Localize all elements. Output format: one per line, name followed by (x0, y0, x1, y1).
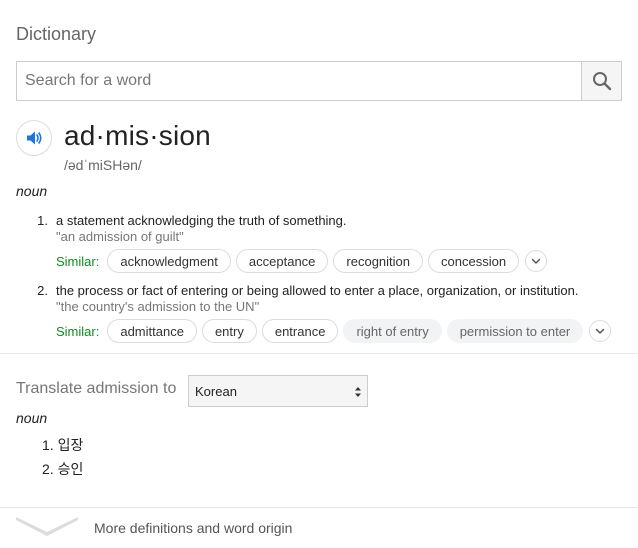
similar-chip[interactable]: entrance (261, 319, 339, 343)
definition-number: 2. (37, 283, 48, 298)
chevron-down-icon (596, 328, 605, 334)
language-select[interactable]: Korean (188, 375, 368, 407)
footer-divider (0, 507, 638, 508)
section-divider (0, 353, 638, 354)
translation-list: 1. 입장 2. 승인 (42, 436, 83, 484)
part-of-speech: noun (16, 183, 48, 199)
search-button[interactable] (581, 62, 621, 100)
similar-chip[interactable]: acknowledgment (107, 249, 231, 273)
search-icon (592, 72, 611, 91)
chevron-down-icon[interactable] (14, 516, 80, 540)
similar-words-row: Similar: admittance entry entrance right… (56, 319, 612, 343)
speaker-icon (27, 131, 42, 145)
translation-item: 1. 입장 (42, 437, 84, 453)
more-definitions-link[interactable]: More definitions and word origin (94, 520, 292, 536)
similar-chip[interactable]: concession (428, 249, 520, 273)
select-arrows-icon (355, 387, 361, 397)
similar-chip[interactable]: entry (201, 319, 257, 343)
expand-similar-button[interactable] (589, 320, 612, 342)
definition-example: "the country's admission to the UN" (56, 299, 260, 314)
headword: ad·mis·sion (64, 120, 211, 151)
translate-label: Translate admission to (16, 380, 177, 397)
similar-chip[interactable]: permission to enter (446, 319, 584, 343)
definition-text: the process or fact of entering or being… (56, 283, 579, 298)
similar-label: Similar: (56, 323, 100, 339)
similar-chip[interactable]: acceptance (235, 249, 329, 273)
search-box (16, 61, 622, 101)
phonetic-spelling: /ədˈmiSHən/ (64, 157, 142, 173)
expand-similar-button[interactable] (525, 250, 548, 272)
similar-chip[interactable]: admittance (107, 319, 197, 343)
definition-example: "an admission of guilt" (56, 229, 184, 244)
translation-part-of-speech: noun (16, 410, 48, 426)
search-input[interactable] (17, 62, 582, 100)
translation-item: 2. 승인 (42, 461, 84, 477)
similar-label: Similar: (56, 253, 100, 269)
language-select-value: Korean (195, 383, 237, 399)
similar-chip[interactable]: right of entry (343, 319, 442, 343)
similar-words-row: Similar: acknowledgment acceptance recog… (56, 249, 548, 273)
chevron-down-icon (531, 258, 541, 264)
definition-number: 1. (37, 213, 48, 228)
similar-chip[interactable]: recognition (333, 249, 424, 273)
page-title: Dictionary (16, 24, 97, 44)
definition-text: a statement acknowledging the truth of s… (56, 213, 347, 228)
pronunciation-button[interactable] (16, 120, 52, 156)
